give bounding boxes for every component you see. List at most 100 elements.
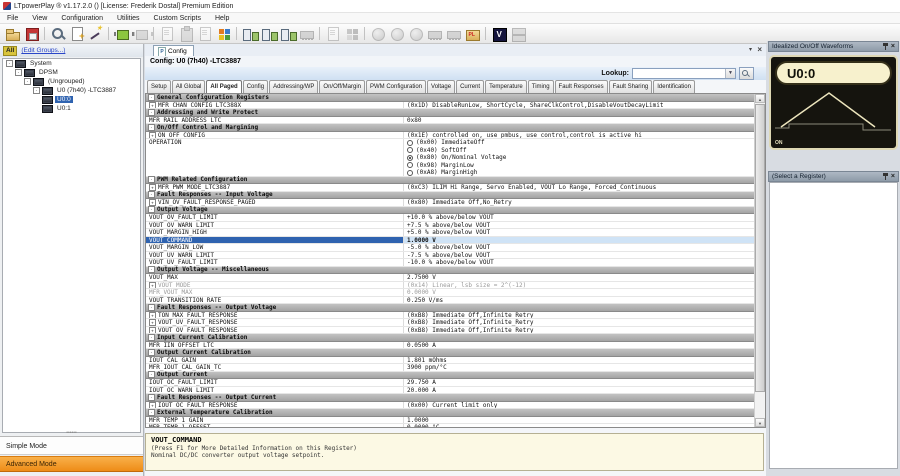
- register-value-cell[interactable]: 20.000 A: [404, 387, 755, 394]
- register-value-cell[interactable]: 0x80: [404, 117, 755, 124]
- register-value-cell[interactable]: -10.0 % above/below VOUT: [404, 259, 755, 266]
- register-value-cell[interactable]: 3900 ppm/°C: [404, 364, 755, 371]
- operation-option-0xa8-marginhigh[interactable]: (0xA8) MarginHigh: [407, 169, 755, 176]
- section-collapse-toggle[interactable]: -: [148, 124, 155, 131]
- tab-voltage[interactable]: Voltage: [427, 80, 455, 93]
- section-collapse-toggle[interactable]: -: [148, 371, 155, 378]
- read-from-ram-button[interactable]: [259, 25, 278, 43]
- register-value-cell[interactable]: 2.7500 V: [404, 274, 755, 281]
- register-expand-toggle[interactable]: +: [149, 282, 156, 289]
- register-expand-toggle[interactable]: +: [149, 319, 156, 326]
- section-on-off-control-and-margining[interactable]: -On/Off Control and Margining: [146, 124, 755, 132]
- register-value-cell[interactable]: +7.5 % above/below VOUT: [404, 222, 755, 229]
- tree-expand-toggle[interactable]: -: [24, 78, 31, 85]
- menu-utilities[interactable]: Utilities: [110, 13, 147, 23]
- tree-expand-toggle[interactable]: -: [6, 60, 13, 67]
- group-all-badge[interactable]: All: [3, 46, 17, 56]
- scroll-down-icon[interactable]: ▼: [755, 418, 765, 427]
- verify-button[interactable]: [489, 25, 508, 43]
- export-report-button[interactable]: [67, 25, 86, 43]
- save-config-button[interactable]: [22, 25, 41, 43]
- register-value-cell[interactable]: +5.0 % above/below VOUT: [404, 229, 755, 236]
- section-output-voltage-miscellaneous[interactable]: -Output Voltage -- Miscellaneous: [146, 267, 755, 275]
- edit-groups-link[interactable]: (Edit Groups...): [21, 47, 65, 54]
- tab-all-paged[interactable]: All Paged: [206, 80, 241, 93]
- section-collapse-toggle[interactable]: -: [148, 206, 155, 213]
- register-row-mfr-temp-1-offset[interactable]: MFR_TEMP_1_OFFSET0.0000 °C: [146, 424, 755, 427]
- register-row-vin-ov-fault-response-paged[interactable]: +VIN_OV_FAULT_RESPONSE_PAGED(0x80) Immed…: [146, 199, 755, 207]
- section-input-current-calibration[interactable]: -Input Current Calibration: [146, 334, 755, 342]
- operation-option-0x00-immediateoff[interactable]: (0x00) ImmediateOff: [407, 139, 755, 147]
- tab-setup[interactable]: Setup: [147, 80, 171, 93]
- tab-config[interactable]: Config: [243, 80, 268, 93]
- operation-option-0x80-on-nominal-voltage[interactable]: (0x80) On/Nominal Voltage: [407, 154, 755, 162]
- register-row-vout-uv-warn-limit[interactable]: VOUT_UV_WARN_LIMIT-7.5 % above/below VOU…: [146, 252, 755, 260]
- register-row-vout-margin-low[interactable]: VOUT_MARGIN_LOW-5.0 % above/below VOUT: [146, 244, 755, 252]
- tree-expand-toggle[interactable]: -: [33, 87, 40, 94]
- tab-all-global[interactable]: All Global: [172, 80, 206, 93]
- register-row-iout-cal-gain[interactable]: IOUT_CAL_GAIN1.801 mOhms: [146, 357, 755, 365]
- tab-fault-sharing[interactable]: Fault Sharing: [609, 80, 653, 93]
- register-value-cell[interactable]: 1.0000 V: [404, 237, 755, 244]
- section-collapse-toggle[interactable]: -: [148, 349, 155, 356]
- menu-view[interactable]: View: [25, 13, 54, 23]
- section-external-temperature-calibration[interactable]: -External Temperature Calibration: [146, 409, 755, 417]
- pin-icon[interactable]: [883, 43, 888, 50]
- tab-current[interactable]: Current: [456, 80, 484, 93]
- register-value-cell[interactable]: -7.5 % above/below VOUT: [404, 252, 755, 259]
- simple-mode-button[interactable]: Simple Mode: [0, 436, 143, 455]
- register-value-cell[interactable]: (0x14) Linear, lsb_size = 2^(-12): [404, 282, 755, 289]
- section-collapse-toggle[interactable]: -: [148, 109, 155, 116]
- tab-addressing-wp[interactable]: Addressing/WP: [269, 80, 318, 93]
- register-expand-toggle[interactable]: +: [149, 312, 156, 319]
- tree-item-dpsm[interactable]: -DPSM: [3, 68, 140, 77]
- tab-list-dropdown-icon[interactable]: ▾: [749, 44, 752, 56]
- lookup-search-button[interactable]: [739, 67, 754, 80]
- menu-custom-scripts[interactable]: Custom Scripts: [147, 13, 208, 23]
- section-collapse-toggle[interactable]: -: [148, 191, 155, 198]
- register-row-vout-margin-high[interactable]: VOUT_MARGIN_HIGH+5.0 % above/below VOUT: [146, 229, 755, 237]
- register-row-ton-max-fault-response[interactable]: +TON_MAX_FAULT_RESPONSE(0xB8) Immediate …: [146, 312, 755, 320]
- section-fault-responses-output-current[interactable]: -Fault Responses -- Output Current: [146, 394, 755, 402]
- scroll-up-icon[interactable]: ▲: [755, 94, 765, 103]
- register-value-cell[interactable]: -5.0 % above/below VOUT: [404, 244, 755, 251]
- section-fault-responses-output-voltage[interactable]: -Fault Responses -- Output Voltage: [146, 304, 755, 312]
- register-row-mfr-vout-max[interactable]: MFR_VOUT_MAX0.0000 V: [146, 289, 755, 297]
- register-expand-toggle[interactable]: +: [149, 184, 156, 191]
- register-row-vout-mode[interactable]: +VOUT_MODE(0x14) Linear, lsb_size = 2^(-…: [146, 282, 755, 290]
- register-row-iout-oc-fault-limit[interactable]: IOUT_OC_FAULT_LIMIT29.750 A: [146, 379, 755, 387]
- register-value-cell[interactable]: 0.0000 V: [404, 289, 755, 296]
- section-collapse-toggle[interactable]: -: [148, 266, 155, 273]
- register-row-vout-command[interactable]: VOUT_COMMAND1.0000 V: [146, 237, 755, 245]
- register-row-on-off-config[interactable]: +ON_OFF_CONFIG(0x1E) controlled_on, use_…: [146, 132, 755, 140]
- scroll-thumb[interactable]: [755, 104, 765, 392]
- table-scrollbar[interactable]: ▲ ▼: [754, 94, 765, 427]
- tree-item-u0-0[interactable]: U0:0: [3, 95, 140, 104]
- section-fault-responses-input-voltage[interactable]: -Fault Responses -- Input Voltage: [146, 192, 755, 200]
- section-collapse-toggle[interactable]: -: [148, 176, 155, 183]
- tab-identification[interactable]: Identification: [653, 80, 695, 93]
- register-value-cell[interactable]: (0xB8) Immediate Off,Infinite_Retry: [404, 312, 755, 319]
- menu-help[interactable]: Help: [208, 13, 236, 23]
- write-to-ram-button[interactable]: [240, 25, 259, 43]
- register-value-cell[interactable]: (0xB8) Immediate Off,Infinite_Retry: [404, 327, 755, 334]
- register-row-mfr-iout-cal-gain-tc[interactable]: MFR_IOUT_CAL_GAIN_TC3900 ppm/°C: [146, 364, 755, 372]
- register-row-vout-uv-fault-response[interactable]: +VOUT_UV_FAULT_RESPONSE(0xB8) Immediate …: [146, 319, 755, 327]
- register-value-cell[interactable]: 0.0000 °C: [404, 424, 755, 427]
- operation-option-0x98-marginlow[interactable]: (0x98) MarginLow: [407, 162, 755, 170]
- tree-expand-toggle[interactable]: -: [15, 69, 22, 76]
- register-row-vout-ov-warn-limit[interactable]: VOUT_OV_WARN_LIMIT+7.5 % above/below VOU…: [146, 222, 755, 230]
- section-output-current[interactable]: -Output Current: [146, 372, 755, 380]
- section-collapse-toggle[interactable]: -: [148, 394, 155, 401]
- register-value-cell[interactable]: (0x00) Current limit only: [404, 402, 755, 409]
- menu-file[interactable]: File: [0, 13, 25, 23]
- section-general-configuration-registers[interactable]: -General Configuration Registers: [146, 94, 755, 102]
- tab-close-icon[interactable]: ×: [757, 44, 762, 56]
- register-value-cell[interactable]: (0x80) Immediate Off,No_Retry: [404, 199, 755, 206]
- pin-icon[interactable]: [883, 173, 888, 180]
- register-expand-toggle[interactable]: +: [149, 199, 156, 206]
- section-collapse-toggle[interactable]: -: [148, 94, 155, 101]
- register-value-cell[interactable]: 1.801 mOhms: [404, 357, 755, 364]
- section-collapse-toggle[interactable]: -: [148, 409, 155, 416]
- tree-item-u0-7h40-ltc3887[interactable]: -U0 (7h40) -LTC3887: [3, 86, 140, 95]
